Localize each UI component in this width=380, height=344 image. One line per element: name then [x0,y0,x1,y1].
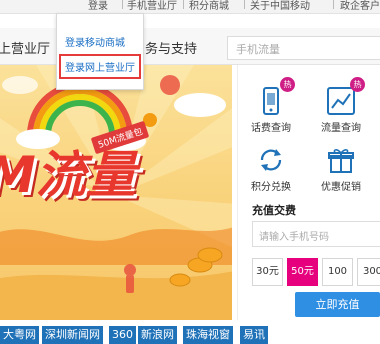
login-link[interactable]: 登录 [88,0,108,12]
phone-icon: 热 [256,77,295,116]
promo-banner[interactable]: 50M流量包 M流量 [0,65,232,320]
separator [333,0,334,9]
partner-links: 大粤网 深圳新闻网 360 新浪网 珠海视窗 易讯 [0,320,380,344]
login-dropdown: 登录移动商城 登录网上营业厅 [56,13,144,90]
service-label: 流量查询 [321,123,361,134]
search-placeholder: 手机流量 [236,43,280,56]
nav-service-support[interactable]: 务与支持 [145,38,197,57]
gift-icon [326,145,356,175]
service-item-bill-query[interactable]: 热 话费查询 [240,77,302,134]
partner-link[interactable]: 大粤网 [0,326,39,344]
service-item-points-exchange[interactable]: 积分兑换 [240,145,302,193]
recharge-submit-button[interactable]: 立即充值 [295,292,380,317]
partner-link[interactable]: 珠海视窗 [183,326,233,344]
nav-online-hall[interactable]: 上营业厅 [0,38,50,57]
refresh-icon [256,145,286,175]
service-label: 话费查询 [251,123,291,134]
service-label: 积分兑换 [251,182,291,193]
top-bar: 登录 手机营业厅 积分商城 关于中国移动 政企客户 [0,0,380,14]
service-item-data-query[interactable]: 热 流量查询 [310,77,372,134]
amount-option-50[interactable]: 50元 [287,258,318,286]
partner-link[interactable]: 深圳新闻网 [42,326,103,344]
partner-link[interactable]: 新浪网 [138,326,177,344]
enterprise-link[interactable]: 政企客户 [340,0,380,12]
search-input[interactable]: 手机流量 [227,36,380,60]
recharge-title: 充值交费 [252,204,296,217]
amount-option-100[interactable]: 100元 [322,258,353,303]
separator [244,0,245,9]
service-item-promotions[interactable]: 优惠促销 [310,145,372,193]
partner-link[interactable]: 360 [109,326,136,344]
phone-number-input[interactable]: 请输入手机号码 [252,221,380,247]
chart-icon: 热 [326,77,365,116]
points-mall-link[interactable]: 积分商城 [189,0,229,12]
service-panel: 热 话费查询 热 流量查询 积分兑换 优惠促销 充值交费 请输入手机号码 30元… [237,65,380,320]
separator [183,0,184,9]
about-link[interactable]: 关于中国移动 [250,0,310,12]
login-mall-option[interactable]: 登录移动商城 [65,34,125,49]
amount-option-30[interactable]: 30元 [252,258,283,286]
mobile-hall-link[interactable]: 手机营业厅 [127,0,177,12]
hot-badge: 热 [350,77,365,92]
amount-option-300[interactable]: 300元 [357,258,380,303]
banner-headline: M流量 [0,146,136,204]
separator [122,0,123,9]
service-label: 优惠促销 [321,182,361,193]
phone-placeholder: 请输入手机号码 [259,232,329,243]
partner-link[interactable]: 易讯 [240,326,268,344]
hot-badge: 热 [280,77,295,92]
login-online-hall-option[interactable]: 登录网上营业厅 [59,54,141,79]
